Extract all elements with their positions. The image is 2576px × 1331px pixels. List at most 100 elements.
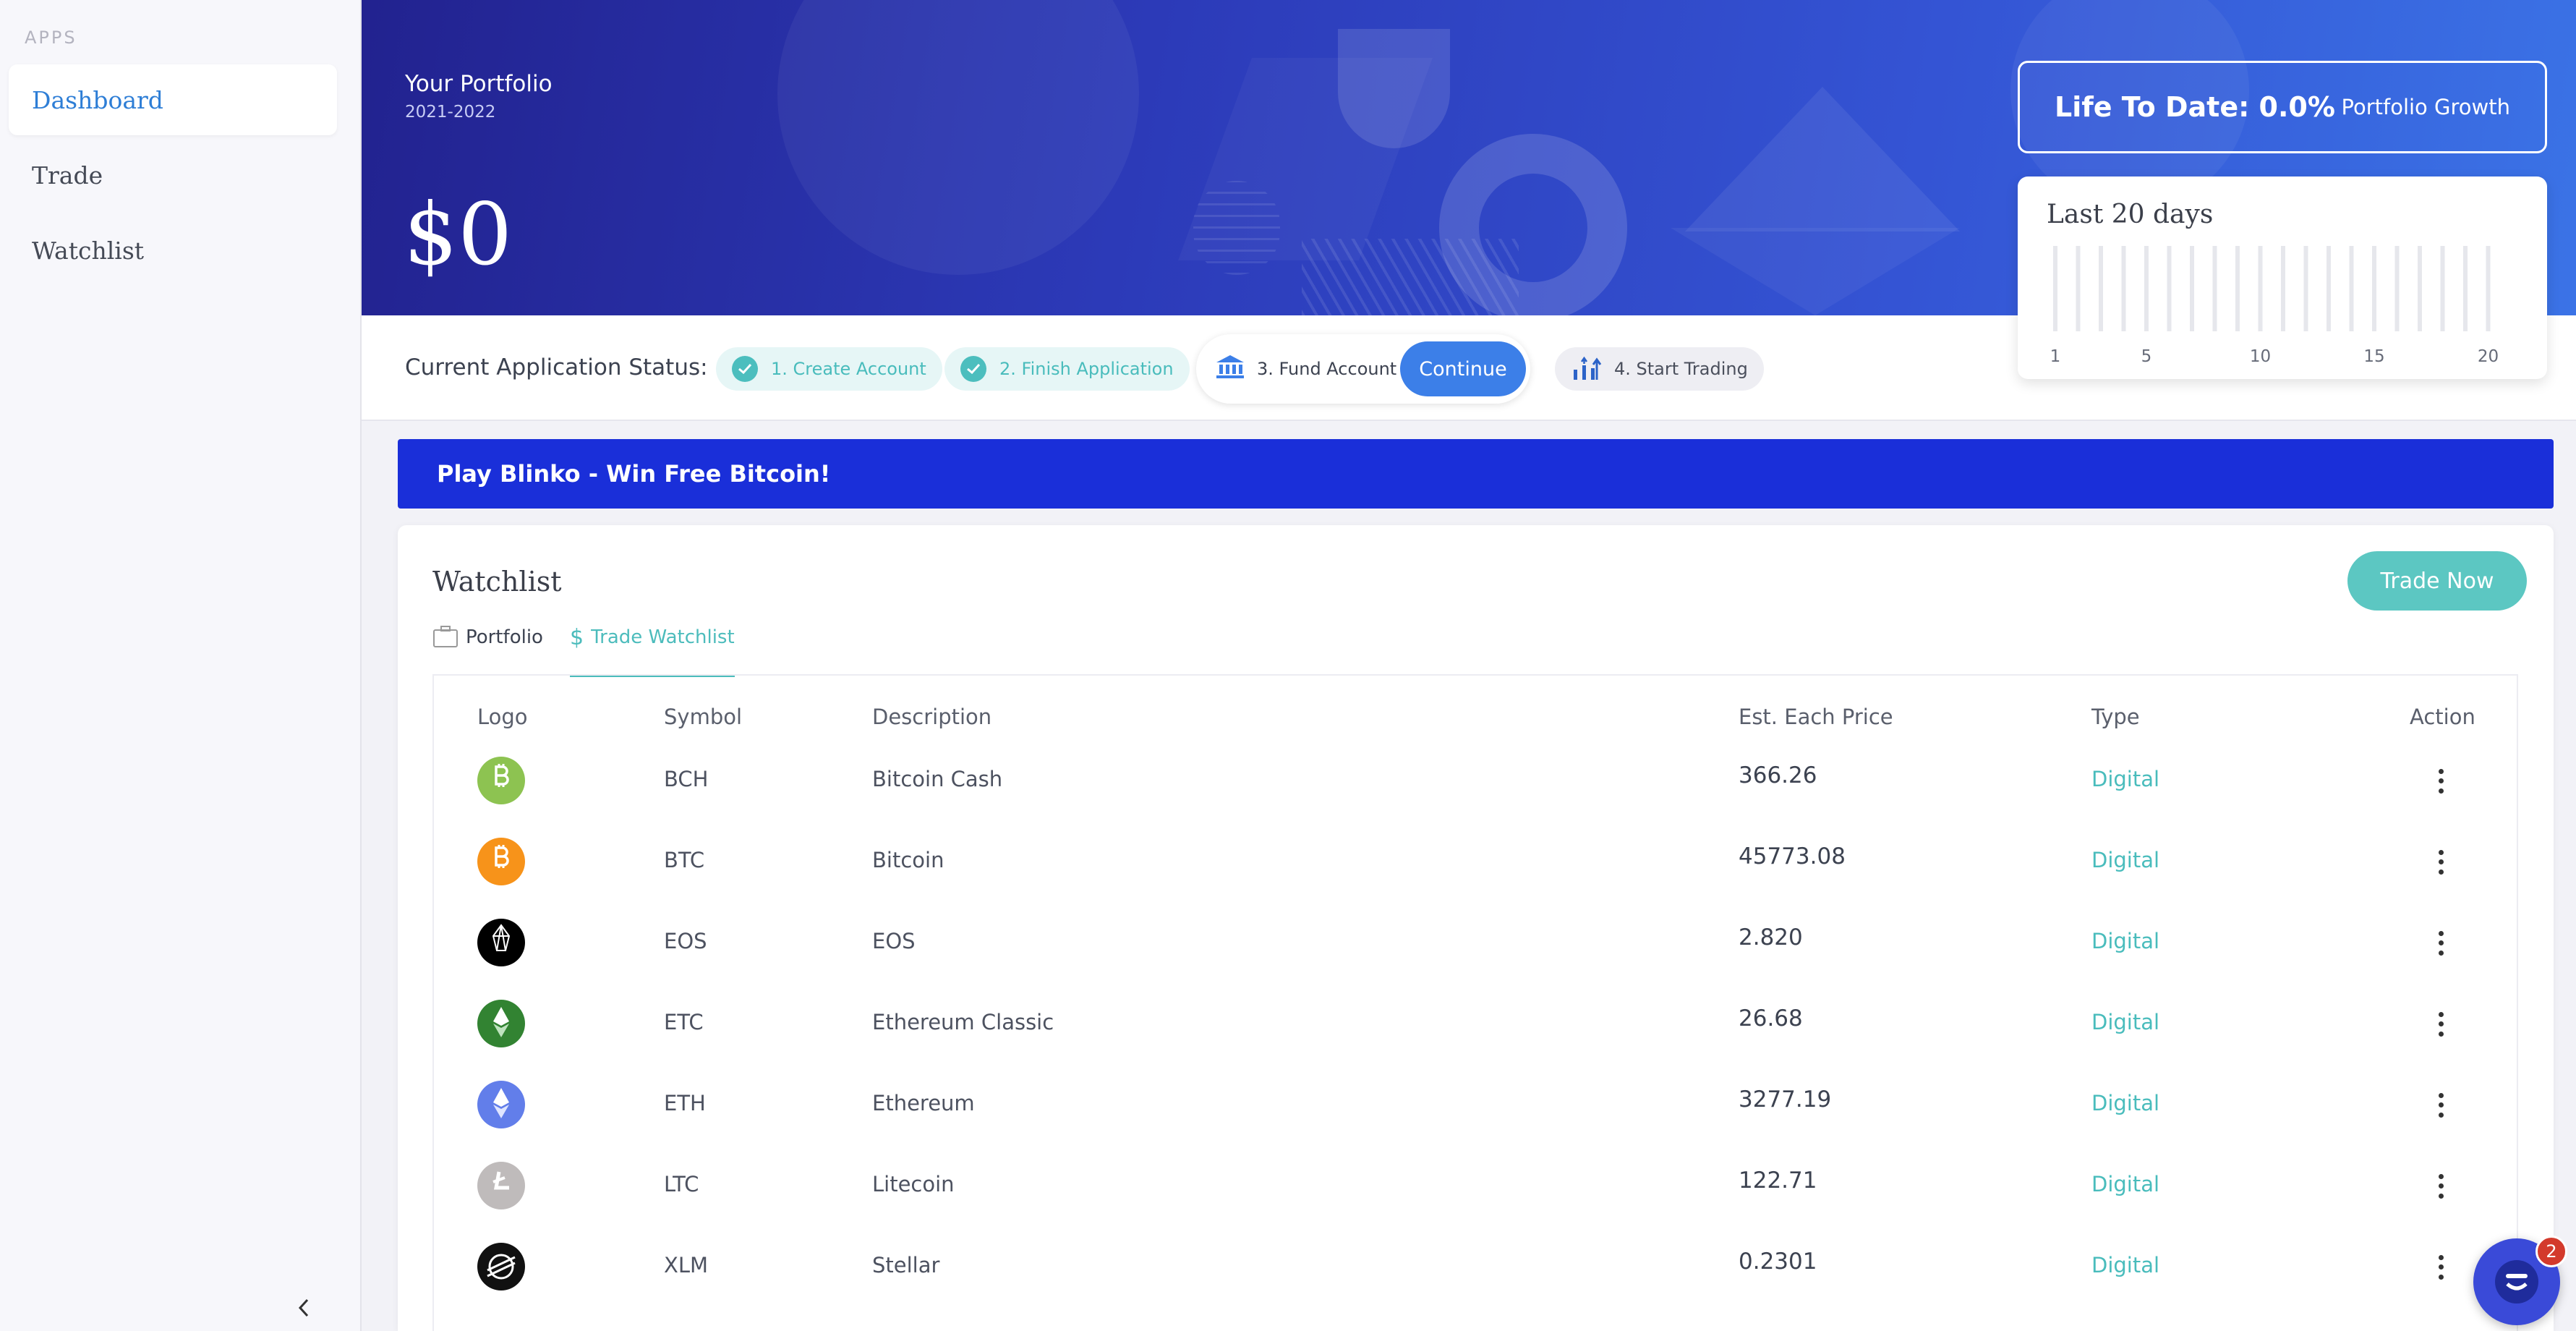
hero-decoration	[777, 0, 1139, 275]
row-symbol: BTC	[664, 848, 705, 872]
portfolio-amount: $0	[404, 184, 513, 284]
tab-label: Portfolio	[466, 626, 543, 648]
row-description: Bitcoin Cash	[872, 767, 1003, 791]
table-row[interactable]: BCH Bitcoin Cash 366.26 Digital	[434, 749, 2517, 830]
row-price: 2.820	[1739, 924, 1803, 951]
row-description: Ethereum Classic	[872, 1010, 1054, 1034]
tab-trade-watchlist[interactable]: $ Trade Watchlist	[570, 625, 735, 677]
more-vertical-icon[interactable]	[2430, 1010, 2452, 1039]
table-row[interactable]: ETH Ethereum 3277.19 Digital	[434, 1073, 2517, 1154]
day-bar	[2372, 246, 2376, 331]
sidebar-item-dashboard[interactable]: Dashboard	[9, 64, 337, 135]
day-bar	[2440, 246, 2445, 331]
row-type[interactable]: Digital	[2091, 767, 2159, 791]
row-symbol: BCH	[664, 767, 709, 791]
row-type[interactable]: Digital	[2091, 929, 2159, 953]
dollar-icon: $	[570, 625, 584, 650]
row-symbol: LTC	[664, 1172, 699, 1196]
row-type[interactable]: Digital	[2091, 848, 2159, 872]
row-symbol: ETC	[664, 1010, 704, 1034]
ethereum-icon	[477, 1081, 525, 1128]
portfolio-period: 2021-2022	[405, 103, 496, 122]
trade-now-button[interactable]: Trade Now	[2347, 551, 2527, 611]
life-to-date-value: Life To Date: 0.0%	[2055, 91, 2335, 123]
step-label: 3. Fund Account	[1257, 359, 1397, 379]
more-vertical-icon[interactable]	[2430, 929, 2452, 958]
column-header-logo: Logo	[477, 705, 528, 729]
row-price: 0.2301	[1739, 1249, 1817, 1275]
step-label: 2. Finish Application	[999, 359, 1174, 379]
check-icon	[732, 356, 758, 382]
table-row[interactable]: ETC Ethereum Classic 26.68 Digital	[434, 992, 2517, 1073]
step-finish-application[interactable]: 2. Finish Application	[944, 347, 1190, 391]
day-tick-label: 15	[2363, 347, 2384, 366]
tab-portfolio[interactable]: Portfolio	[432, 626, 543, 677]
more-vertical-icon[interactable]	[2430, 1253, 2452, 1282]
day-bar	[2486, 246, 2491, 331]
watchlist-title: Watchlist	[432, 566, 562, 598]
portfolio-title: Your Portfolio	[405, 71, 553, 97]
table-row[interactable]: BTC Bitcoin 45773.08 Digital	[434, 830, 2517, 911]
more-vertical-icon[interactable]	[2430, 1091, 2452, 1120]
row-type[interactable]: Digital	[2091, 1172, 2159, 1196]
notification-badge: 2	[2536, 1236, 2567, 1267]
row-type[interactable]: Digital	[2091, 1091, 2159, 1115]
row-price: 26.68	[1739, 1005, 1803, 1032]
row-description: Litecoin	[872, 1172, 955, 1196]
sidebar: APPS Dashboard Trade Watchlist	[0, 0, 362, 1331]
column-header-symbol: Symbol	[664, 705, 743, 729]
row-description: EOS	[872, 929, 916, 953]
day-bar	[2281, 246, 2285, 331]
day-bar	[2121, 246, 2126, 331]
day-bar	[2235, 246, 2240, 331]
day-tick-label: 20	[2478, 347, 2499, 366]
stellar-icon	[477, 1243, 525, 1290]
day-bar	[2463, 246, 2468, 331]
column-header-type: Type	[2091, 705, 2140, 729]
day-bar	[2326, 246, 2331, 331]
day-bar	[2303, 246, 2308, 331]
sidebar-item-watchlist[interactable]: Watchlist	[9, 215, 337, 286]
eos-icon	[477, 919, 525, 966]
watchlist-table: Logo Symbol Description Est. Each Price …	[432, 674, 2518, 1331]
litecoin-icon	[477, 1162, 525, 1209]
table-row[interactable]: XLM Stellar 0.2301 Digital	[434, 1236, 2517, 1317]
portfolio-growth-label: Portfolio Growth	[2341, 95, 2511, 119]
more-vertical-icon[interactable]	[2430, 1172, 2452, 1201]
day-bar	[2167, 246, 2172, 331]
day-tick-label: 1	[2050, 347, 2061, 366]
more-vertical-icon[interactable]	[2430, 767, 2452, 796]
bitcoin-icon	[477, 838, 525, 885]
last-20-days-title: Last 20 days	[2047, 200, 2214, 229]
more-vertical-icon[interactable]	[2430, 848, 2452, 877]
watchlist-card: Watchlist Trade Now Portfolio $ Trade Wa…	[398, 525, 2554, 1331]
briefcase-icon	[432, 625, 459, 653]
sidebar-item-trade[interactable]: Trade	[9, 140, 337, 211]
step-start-trading[interactable]: 4. Start Trading	[1555, 347, 1764, 391]
step-fund-account[interactable]: 3. Fund Account Continue	[1196, 334, 1530, 404]
day-bar	[2349, 246, 2354, 331]
hero-decoration	[1302, 239, 1519, 315]
promo-banner[interactable]: Play Blinko - Win Free Bitcoin!	[398, 439, 2554, 509]
chevron-left-icon[interactable]	[293, 1295, 315, 1321]
table-row[interactable]: LTC Litecoin 122.71 Digital	[434, 1154, 2517, 1236]
day-tick-label: 10	[2250, 347, 2271, 366]
continue-button[interactable]: Continue	[1400, 341, 1526, 396]
row-description: Stellar	[872, 1253, 940, 1277]
tab-label: Trade Watchlist	[591, 626, 735, 648]
last-20-days-card: Last 20 days 1 5 10 15 20	[2018, 177, 2547, 379]
table-row[interactable]: EOS EOS 2.820 Digital	[434, 911, 2517, 992]
hero-decoration	[1685, 87, 1960, 231]
row-symbol: ETH	[664, 1091, 706, 1115]
day-bar	[2053, 246, 2057, 331]
bank-icon	[1215, 354, 1245, 384]
step-create-account[interactable]: 1. Create Account	[716, 347, 942, 391]
day-tick-label: 5	[2141, 347, 2152, 366]
day-bar	[2258, 246, 2263, 331]
row-type[interactable]: Digital	[2091, 1010, 2159, 1034]
row-price: 3277.19	[1739, 1087, 1832, 1113]
row-type[interactable]: Digital	[2091, 1253, 2159, 1277]
row-description: Ethereum	[872, 1091, 975, 1115]
status-label: Current Application Status:	[405, 354, 708, 380]
sidebar-section-label: APPS	[25, 27, 77, 48]
